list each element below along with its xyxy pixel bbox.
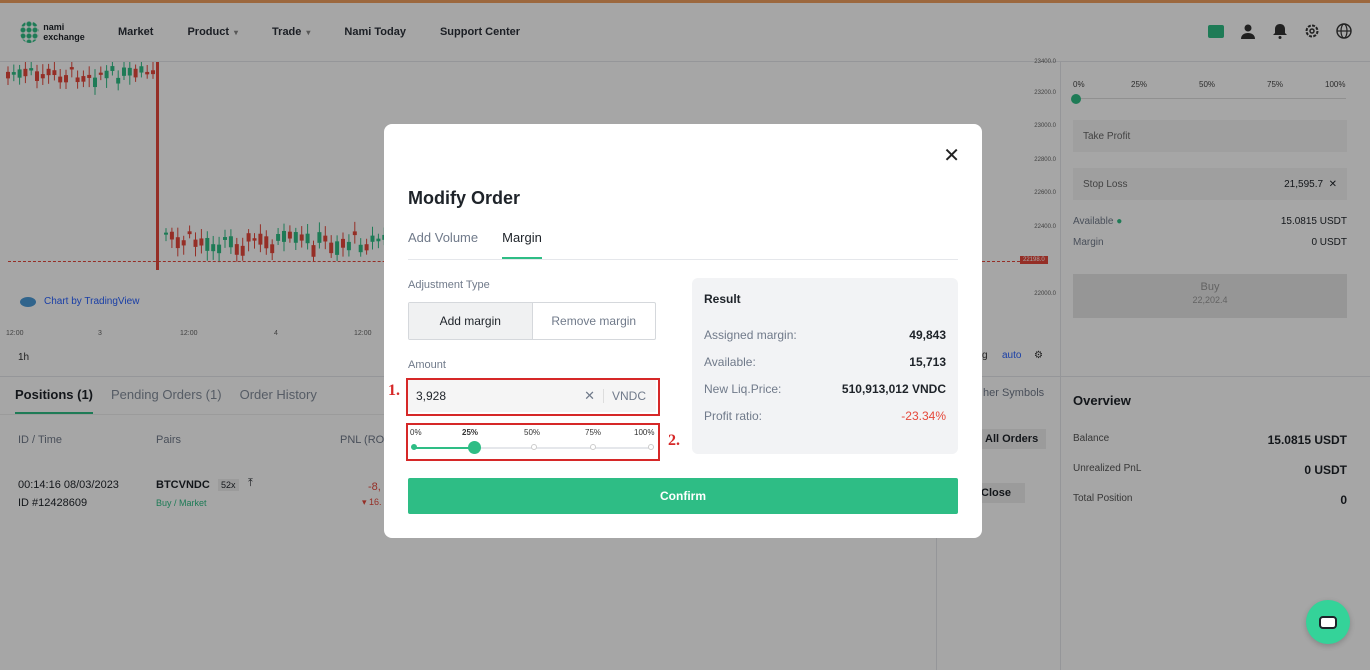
profit-ratio-row: Profit ratio: -23.34% — [704, 409, 946, 423]
annotation-highlight-amount — [406, 378, 660, 416]
tab-add-volume[interactable]: Add Volume — [408, 230, 478, 259]
remove-margin-button[interactable]: Remove margin — [533, 303, 656, 339]
result-panel: Result Assigned margin: 49,843 Available:… — [692, 278, 958, 454]
available-row: Available: 15,713 — [704, 355, 946, 369]
amount-label: Amount — [408, 359, 446, 371]
new-liq-price-row: New Liq.Price: 510,913,012 VNDC — [704, 382, 946, 396]
chat-support-button[interactable] — [1306, 600, 1350, 644]
adjustment-type-label: Adjustment Type — [408, 279, 490, 291]
chat-icon — [1319, 615, 1337, 629]
adjustment-type-toggle: Add margin Remove margin — [408, 302, 656, 340]
modal-tabs: Add Volume Margin — [408, 230, 958, 260]
modify-order-modal: ✕ Modify Order Add Volume Margin Adjustm… — [384, 124, 982, 538]
tab-margin[interactable]: Margin — [502, 230, 542, 259]
close-icon[interactable]: ✕ — [943, 146, 960, 166]
annotation-label-1: 1. — [388, 382, 400, 399]
annotation-highlight-slider — [406, 423, 660, 461]
add-margin-button[interactable]: Add margin — [409, 303, 533, 339]
assigned-margin-row: Assigned margin: 49,843 — [704, 328, 946, 342]
result-title: Result — [704, 292, 741, 306]
confirm-button[interactable]: Confirm — [408, 478, 958, 514]
annotation-label-2: 2. — [668, 432, 680, 449]
modal-title: Modify Order — [408, 188, 521, 208]
